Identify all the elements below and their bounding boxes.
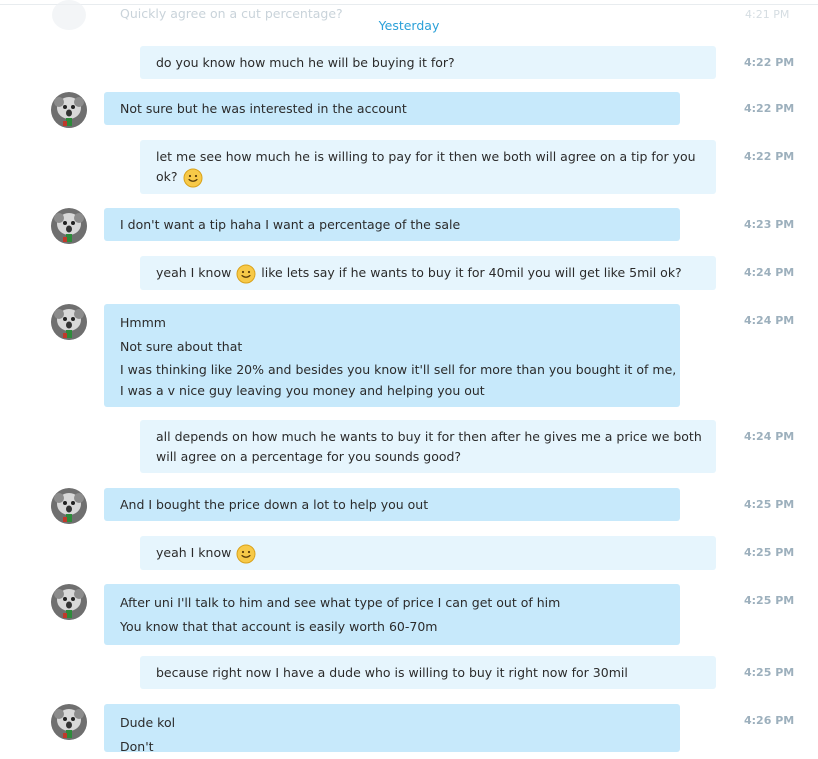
message-text: Don't (120, 739, 154, 752)
message-text: I don't want a tip haha I want a percent… (120, 217, 461, 232)
message-text: all depends on how much he wants to buy … (156, 429, 702, 444)
day-separator: Yesterday (378, 18, 440, 33)
incoming-message-bubble[interactable]: Hmmm Not sure about that I was thinking li… (104, 304, 680, 407)
contact-avatar[interactable] (51, 704, 87, 740)
message-timestamp: 4:24 PM (744, 266, 795, 279)
message-text: let me see how much he is willing to pay… (156, 149, 696, 164)
contact-avatar[interactable] (51, 208, 87, 244)
message-timestamp: 4:26 PM (744, 714, 795, 727)
message-text: Not sure about that (120, 339, 243, 354)
message-text: Dude kol (120, 715, 176, 730)
message-text: I was thinking like 20% and besides you … (120, 362, 677, 377)
message-timestamp: 4:24 PM (744, 430, 795, 443)
message-text: ok? (156, 167, 700, 188)
contact-avatar[interactable] (51, 304, 87, 340)
message-text: yeah I know (156, 543, 700, 564)
outgoing-message-bubble[interactable]: yeah I know (140, 536, 716, 570)
message-timestamp: 4:25 PM (744, 594, 795, 607)
message-timestamp: 4:25 PM (744, 546, 795, 559)
contact-avatar[interactable] (51, 488, 87, 524)
message-text: Not sure but he was interested in the ac… (120, 101, 407, 116)
incoming-message-bubble[interactable]: Dude kol Don't (104, 704, 680, 752)
message-text: Hmmm (120, 315, 166, 330)
message-timestamp: 4:23 PM (744, 218, 795, 231)
outgoing-message-bubble[interactable]: all depends on how much he wants to buy … (140, 420, 716, 473)
contact-avatar[interactable] (51, 584, 87, 620)
smile-emoji-icon (236, 544, 256, 563)
incoming-message-bubble[interactable]: And I bought the price down a lot to hel… (104, 488, 680, 521)
contact-avatar[interactable] (51, 92, 87, 128)
message-timestamp: 4:22 PM (744, 150, 795, 163)
message-text: You know that that account is easily wor… (120, 619, 438, 634)
message-text: do you know how much he will be buying i… (156, 55, 455, 70)
incoming-message-bubble[interactable]: I don't want a tip haha I want a percent… (104, 208, 680, 241)
top-divider (0, 4, 818, 5)
message-text: because right now I have a dude who is w… (156, 665, 628, 680)
message-timestamp: 4:25 PM (744, 498, 795, 511)
incoming-message-bubble[interactable]: After uni I'll talk to him and see what … (104, 584, 680, 645)
message-text: yeah I know like lets say if he wants to… (156, 263, 700, 284)
outgoing-message-bubble[interactable]: yeah I know like lets say if he wants to… (140, 256, 716, 290)
message-text: I was a v nice guy leaving you money and… (120, 383, 485, 398)
message-text: And I bought the price down a lot to hel… (120, 497, 429, 512)
message-text: After uni I'll talk to him and see what … (120, 595, 561, 610)
message-timestamp: 4:24 PM (744, 314, 795, 327)
message-timestamp: 4:22 PM (744, 102, 795, 115)
incoming-message-bubble[interactable]: Not sure but he was interested in the ac… (104, 92, 680, 125)
message-timestamp: 4:22 PM (744, 56, 795, 69)
smile-emoji-icon (236, 264, 256, 283)
message-text: will agree on a percentage for you sound… (156, 449, 462, 464)
outgoing-message-bubble[interactable]: because right now I have a dude who is w… (140, 656, 716, 689)
outgoing-message-bubble[interactable]: do you know how much he will be buying i… (140, 46, 716, 79)
message-timestamp: 4:25 PM (744, 666, 795, 679)
outgoing-message-bubble[interactable]: let me see how much he is willing to pay… (140, 140, 716, 194)
smile-emoji-icon (183, 168, 202, 187)
